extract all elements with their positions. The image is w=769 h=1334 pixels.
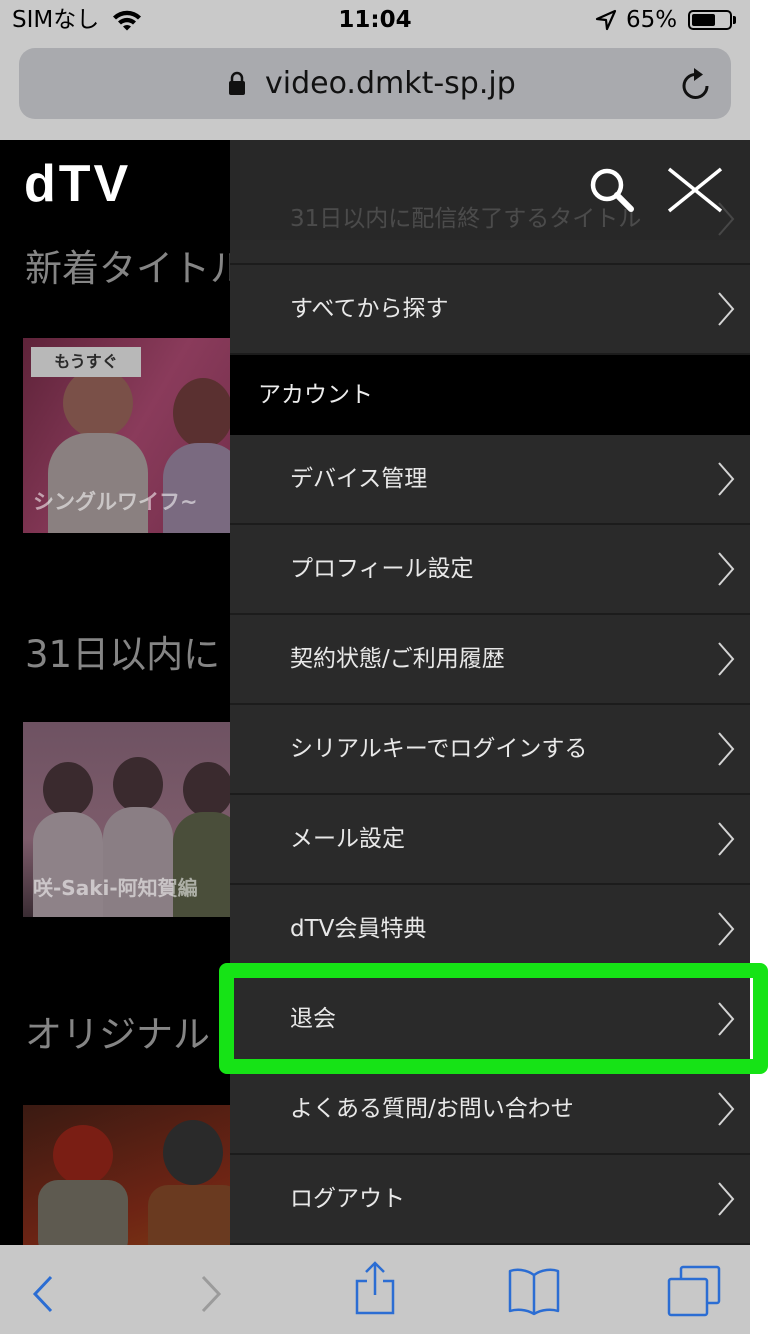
address-bar-area: video.dmkt-sp.jp [0,40,750,140]
menu-item-label: 契約状態/ご利用履歴 [290,646,505,672]
close-icon[interactable] [666,166,724,218]
menu-item-label: すべてから探す [290,296,449,322]
chevron-right-icon [716,641,736,681]
chevron-right-icon [716,821,736,861]
menu-item-label: プロフィール設定 [290,556,474,582]
status-bar: SIMなし 11:04 65% [0,0,750,40]
thumbnail-art [63,368,133,438]
forward-icon[interactable] [199,1274,223,1318]
battery-percent: 65% [626,7,678,33]
menu-item-device-management[interactable]: デバイス管理 [230,435,750,525]
address-field[interactable]: video.dmkt-sp.jp [19,48,731,119]
chevron-right-icon [716,291,736,331]
section-heading-original: オリジナル [25,1013,210,1056]
menu-item-browse-all[interactable]: すべてから探す [230,265,750,355]
thumbnail-art [53,1125,113,1185]
page-content: dTV 新着タイトル もうすぐ シングルワイフ~ 31日以内に 咲-Saki-阿… [0,140,750,1245]
battery-level-fill [692,14,716,26]
thumbnail-art [43,762,93,817]
menu-item-label: シリアルキーでログインする [290,736,588,762]
menu-item-label: ログアウト [290,1186,405,1212]
menu-item-profile-settings[interactable]: プロフィール設定 [230,525,750,615]
menu-item-faq-contact[interactable]: よくある質問/お問い合わせ [230,1065,750,1155]
url-text[interactable]: video.dmkt-sp.jp [265,48,516,119]
menu-item-label: メール設定 [290,826,405,852]
menu-item-label: デバイス管理 [290,466,428,492]
menu-list: 31日以内に配信終了するタイトル すべてから探す アカウント デバイス管理 プロ… [230,175,750,1245]
thumbnail-art [38,1180,128,1245]
coming-soon-badge: もうすぐ [31,347,141,377]
thumbnail-caption: シングルワイフ~ [33,490,198,514]
chevron-right-icon [716,551,736,591]
section-heading-new: 新着タイトル [25,247,247,290]
location-arrow-icon [595,9,617,35]
menu-item-member-benefits[interactable]: dTV会員特典 [230,885,750,975]
thumbnail-art [148,1185,243,1245]
thumbnail-art [113,757,163,812]
menu-header [230,140,750,240]
menu-item-mail-settings[interactable]: メール設定 [230,795,750,885]
menu-item-logout[interactable]: ログアウト [230,1155,750,1245]
menu-item-serial-key-login[interactable]: シリアルキーでログインする [230,705,750,795]
reload-icon[interactable] [680,66,712,104]
menu-item-contract-history[interactable]: 契約状態/ご利用履歴 [230,615,750,705]
dtv-logo[interactable]: dTV [24,154,131,214]
menu-section-title: アカウント [258,382,373,408]
drawer-menu: 31日以内に配信終了するタイトル すべてから探す アカウント デバイス管理 プロ… [230,140,750,1245]
thumbnail-caption: 咲-Saki-阿知賀編 [33,876,198,900]
battery-icon [688,10,732,30]
thumbnail-art [33,812,103,917]
thumbnail-art [173,378,233,448]
thumbnail-art [48,433,148,533]
browser-screen: SIMなし 11:04 65% video.dmkt-sp.jp dTV 新着タ… [0,0,750,1334]
chevron-right-icon [716,1091,736,1131]
section-heading-expiring: 31日以内に [25,633,221,676]
menu-section-account: アカウント [230,355,750,435]
menu-item-label: よくある質問/お問い合わせ [290,1096,574,1122]
chevron-right-icon [716,1181,736,1221]
back-icon[interactable] [31,1274,55,1318]
share-icon[interactable] [353,1260,397,1320]
thumbnail-art [163,1120,223,1185]
search-icon[interactable] [588,166,636,218]
thumbnail-art [183,762,233,817]
bookmarks-icon[interactable] [507,1266,561,1320]
browser-toolbar [0,1245,750,1334]
battery-terminal [733,16,736,24]
chevron-right-icon [716,731,736,771]
chevron-right-icon [716,461,736,501]
tabs-icon[interactable] [666,1264,722,1322]
chevron-right-icon [716,911,736,951]
lock-icon [228,70,246,100]
menu-item-label: dTV会員特典 [290,916,427,942]
highlight-frame [219,963,768,1074]
